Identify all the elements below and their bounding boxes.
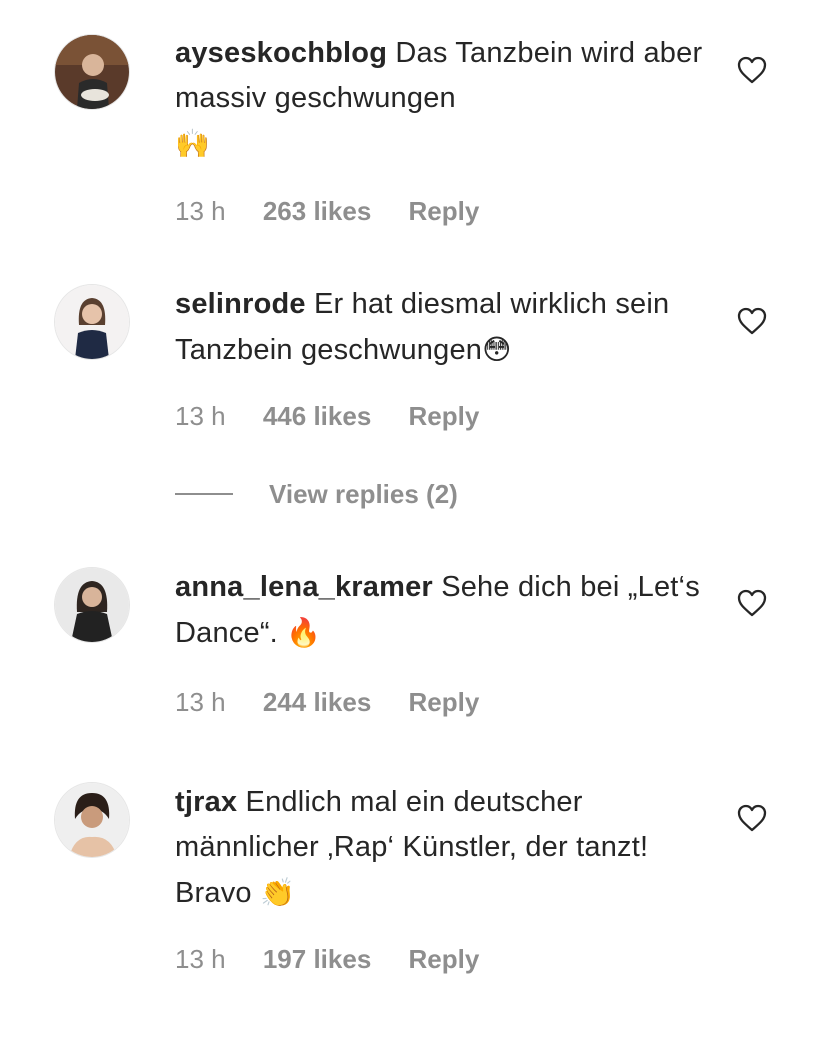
comment-username[interactable]: ayseskochblog	[175, 37, 387, 69]
comment-meta: 13 h 263 likes Reply	[175, 196, 509, 227]
view-replies-label: View replies (2)	[269, 478, 458, 509]
replies-divider	[175, 493, 233, 495]
reply-button[interactable]: Reply	[409, 687, 480, 717]
avatar-image	[55, 35, 129, 109]
heart-outline-icon[interactable]	[736, 55, 768, 85]
avatar-image	[55, 285, 129, 359]
reply-button[interactable]: Reply	[409, 944, 480, 974]
avatar-image	[55, 783, 129, 857]
flushed-face-emoji: 😳	[482, 333, 512, 366]
reply-button[interactable]: Reply	[409, 401, 480, 431]
avatar-image	[55, 568, 129, 642]
heart-outline-icon[interactable]	[736, 803, 768, 833]
likes-count[interactable]: 263 likes	[263, 196, 371, 226]
likes-count[interactable]: 197 likes	[263, 944, 371, 974]
likes-count[interactable]: 244 likes	[263, 687, 371, 717]
comment-meta: 13 h 244 likes Reply	[175, 687, 509, 718]
comment-time: 13 h	[175, 687, 226, 717]
fire-emoji: 🔥	[286, 616, 322, 649]
comment-time: 13 h	[175, 944, 226, 974]
comment-username[interactable]: selinrode	[175, 288, 306, 320]
comment-meta: 13 h 446 likes Reply	[175, 401, 509, 432]
clapping-hands-emoji: 👏	[260, 876, 296, 909]
avatar[interactable]	[55, 35, 129, 109]
comment-text: anna_lena_kramer Sehe dich bei „Let‘s Da…	[175, 565, 705, 656]
avatar[interactable]	[55, 783, 129, 857]
comment-time: 13 h	[175, 401, 226, 431]
comment-username[interactable]: tjrax	[175, 786, 237, 818]
likes-count[interactable]: 446 likes	[263, 401, 371, 431]
comment-time: 13 h	[175, 196, 226, 226]
comment-text: ayseskochblog Das Tanzbein wird aber mas…	[175, 31, 705, 167]
comment-text: tjrax Endlich mal ein deutscher männlich…	[175, 780, 705, 916]
heart-outline-icon[interactable]	[736, 588, 768, 618]
view-replies-button[interactable]: View replies (2)	[175, 476, 458, 512]
comment-username[interactable]: anna_lena_kramer	[175, 571, 433, 603]
raised-hands-emoji: 🙌	[175, 127, 211, 160]
reply-button[interactable]: Reply	[409, 196, 480, 226]
avatar[interactable]	[55, 568, 129, 642]
comment-body: Endlich mal ein deutscher männlicher ‚Ra…	[175, 786, 649, 909]
comment-text: selinrode Er hat diesmal wirklich sein T…	[175, 282, 705, 373]
comment-meta: 13 h 197 likes Reply	[175, 944, 509, 975]
avatar[interactable]	[55, 285, 129, 359]
heart-outline-icon[interactable]	[736, 306, 768, 336]
